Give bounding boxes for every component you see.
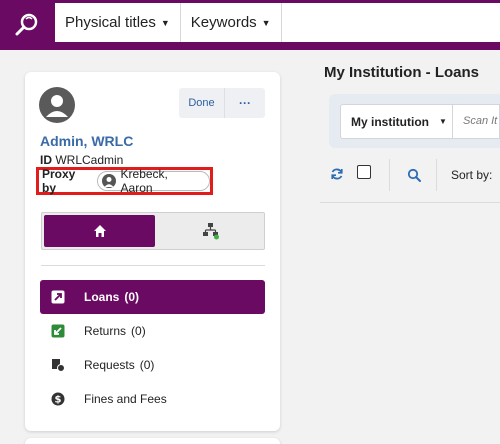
search-input[interactable] [281,3,500,42]
proxy-name: Krebeck, Aaron [120,167,168,195]
nav-item-returns[interactable]: Returns (0) [40,314,265,348]
sort-by-label: Sort by: [451,168,493,182]
divider [436,159,437,191]
divider [320,202,500,203]
search-type-label: Physical titles [65,14,156,31]
view-toggle [41,212,265,250]
hierarchy-icon [202,223,219,240]
hierarchy-view-button[interactable] [157,213,264,249]
patron-id-label: ID [40,153,52,167]
chevron-down-icon: ▼ [439,117,447,126]
nav-count: (0) [124,290,140,304]
loan-icon [51,290,65,304]
done-button[interactable]: Done [179,88,224,118]
search-field-label: Keywords [190,14,257,31]
nav-count: (0) [139,358,155,372]
divider [41,265,265,266]
nav-label: Fines and Fees [84,392,167,406]
nav-item-requests[interactable]: Requests (0) [40,348,265,382]
search-field-dropdown[interactable]: Keywords ▼ [180,3,282,42]
nav-label: Returns [84,324,127,338]
patron-id: ID WRLCadmin [40,153,123,167]
list-toolbar: Sort by: [320,157,500,193]
patron-nav: Loans (0) Returns (0) Requests (0) $ Fin… [40,280,265,416]
refresh-icon[interactable] [330,167,344,181]
nav-label: Loans [84,290,120,304]
divider [389,159,390,191]
home-view-button[interactable] [44,215,155,247]
home-icon [93,225,106,237]
nav-label: Requests [84,358,135,372]
scope-dropdown[interactable]: My institution ▼ [340,104,453,139]
more-options-button[interactable]: ··· [224,88,265,118]
patron-actions: Done ··· [179,88,265,118]
scan-item-input[interactable]: Scan It [453,104,500,139]
search-type-dropdown[interactable]: Physical titles ▼ [55,3,181,42]
nav-item-fines[interactable]: $ Fines and Fees [40,382,265,416]
return-icon [51,324,65,338]
dollar-icon: $ [51,392,65,406]
proxy-label: Proxy by [42,167,76,195]
patron-name-link[interactable]: Admin, WRLC [40,133,133,149]
nav-item-loans[interactable]: Loans (0) [40,280,265,314]
person-icon [101,174,116,188]
search-bar: Physical titles ▼ Keywords ▼ [55,3,500,42]
request-icon [51,358,65,372]
chevron-down-icon: ▼ [160,17,170,28]
user-avatar-icon [39,87,75,123]
patron-id-value: WRLCadmin [55,153,124,167]
search-icon[interactable] [407,168,421,182]
app-logo-icon[interactable] [12,10,42,40]
nav-count: (0) [131,324,146,338]
scope-label: My institution [351,114,429,129]
select-all-checkbox[interactable] [357,165,371,179]
patron-card: Done ··· Admin, WRLC ID WRLCadmin Proxy … [25,72,280,431]
page-title: My Institution - Loans [324,64,479,81]
secondary-card [25,438,280,444]
chevron-down-icon: ▼ [261,17,271,28]
proxy-highlight: Proxy by Krebeck, Aaron [36,167,213,195]
top-bar: Physical titles ▼ Keywords ▼ [0,0,500,50]
svg-text:$: $ [55,395,62,406]
proxy-user-chip[interactable]: Krebeck, Aaron [96,167,210,195]
